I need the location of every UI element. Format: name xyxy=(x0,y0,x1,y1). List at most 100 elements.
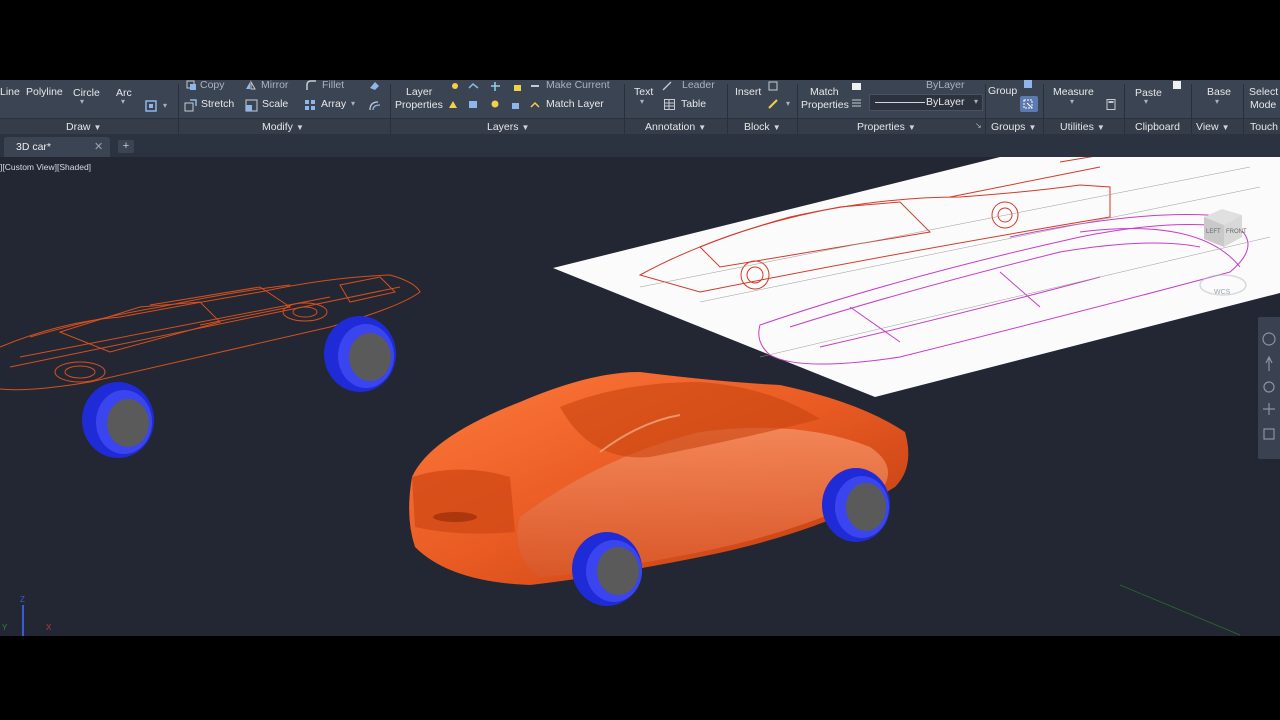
viewcube-front-label[interactable]: FRONT xyxy=(1226,229,1247,235)
ribbon-separator xyxy=(797,84,798,134)
linetype-value: ByLayer xyxy=(926,96,965,108)
blueprint-sheet[interactable] xyxy=(553,157,1280,397)
layer-properties-label-1[interactable]: Layer xyxy=(406,86,432,98)
clipboard-panel-label[interactable]: Clipboard xyxy=(1135,121,1180,133)
table-button[interactable]: Table xyxy=(681,98,706,110)
mirror-button[interactable]: Mirror xyxy=(261,80,288,91)
linetype-dropdown[interactable]: ByLayer ▾ xyxy=(869,94,983,111)
scale-icon[interactable] xyxy=(245,99,258,112)
color-dropdown[interactable]: ByLayer xyxy=(926,80,965,91)
array-dropdown-icon[interactable]: ▾ xyxy=(351,99,355,108)
touch-panel-label[interactable]: Touch xyxy=(1250,121,1278,133)
layer-properties-button[interactable]: Properties xyxy=(395,99,443,111)
fillet-icon[interactable] xyxy=(306,80,317,91)
modify-panel-label[interactable]: Modify ▼ xyxy=(262,121,304,133)
new-tab-button[interactable]: + xyxy=(118,140,134,153)
layer-states-icon[interactable] xyxy=(468,99,479,110)
color-icon[interactable] xyxy=(851,81,862,92)
properties-panel-label[interactable]: Properties ▼ xyxy=(857,121,916,133)
circle-button[interactable]: Circle xyxy=(73,87,100,99)
select-mode-button[interactable]: Mode xyxy=(1250,99,1276,111)
copy-clip-icon[interactable] xyxy=(1172,80,1183,91)
stretch-button[interactable]: Stretch xyxy=(201,98,234,110)
layer-freeze-icon[interactable] xyxy=(490,81,501,92)
table-icon[interactable] xyxy=(664,99,675,110)
linetype-dropdown-icon: ▾ xyxy=(974,97,979,106)
match-layer-button[interactable]: Match Layer xyxy=(546,98,604,110)
arc-dropdown-icon[interactable]: ▾ xyxy=(121,97,125,106)
stretch-icon[interactable] xyxy=(184,99,197,112)
region-dropdown-icon[interactable]: ▾ xyxy=(163,101,167,110)
layer-isolate-icon[interactable] xyxy=(468,81,479,92)
viewcube-left-label[interactable]: LEFT xyxy=(1206,229,1221,235)
paste-dropdown-icon[interactable]: ▾ xyxy=(1144,97,1148,106)
viewcube[interactable]: LEFT FRONT WCS xyxy=(1198,205,1248,305)
insert-button[interactable]: Insert xyxy=(735,86,761,98)
letterbox-top xyxy=(0,0,1280,80)
properties-launcher-icon[interactable]: ↘ xyxy=(975,121,982,130)
group-select-icon xyxy=(1023,99,1033,109)
draw-panel-label[interactable]: Draw ▼ xyxy=(66,121,101,133)
leader-icon[interactable] xyxy=(662,80,673,91)
layer-unlock-icon[interactable] xyxy=(510,99,521,110)
ribbon-panel-bar: Draw ▼ Modify ▼ Layers ▼ Annotation ▼ Block ▼… xyxy=(0,118,1280,134)
ribbon-separator xyxy=(727,84,728,134)
utilities-panel-label[interactable]: Utilities ▼ xyxy=(1060,121,1105,133)
close-icon[interactable]: ✕ xyxy=(94,140,103,153)
file-tab-bar: 3D car* ✕ + xyxy=(0,134,1280,157)
block-panel-label[interactable]: Block ▼ xyxy=(744,121,781,133)
fillet-button[interactable]: Fillet xyxy=(322,80,344,91)
ribbon: Line Polyline Circle Arc ▾ ▾ ▾ Copy Mirr… xyxy=(0,80,1280,135)
polyline-button[interactable]: Polyline xyxy=(26,86,63,98)
layer-thaw-icon[interactable] xyxy=(490,99,501,110)
offset-icon[interactable] xyxy=(368,99,382,112)
circle-dropdown-icon[interactable]: ▾ xyxy=(80,97,84,106)
line-button[interactable]: Line xyxy=(0,86,20,98)
annotation-panel-label[interactable]: Annotation ▼ xyxy=(645,121,706,133)
letterbox-bottom xyxy=(0,636,1280,720)
layer-lock-icon[interactable] xyxy=(512,81,523,92)
match-properties-button[interactable]: Properties xyxy=(801,99,849,111)
mirror-icon[interactable] xyxy=(245,80,256,91)
layer-walk-icon[interactable] xyxy=(448,99,459,110)
ribbon-separator xyxy=(178,84,179,134)
match-layer-icon[interactable] xyxy=(530,99,541,110)
tab-3d-car[interactable]: 3D car* ✕ xyxy=(4,137,110,157)
groups-panel-label[interactable]: Groups ▼ xyxy=(991,121,1036,133)
array-icon[interactable] xyxy=(304,99,317,112)
ribbon-separator xyxy=(390,84,391,134)
region-icon[interactable] xyxy=(144,99,158,113)
ribbon-separator xyxy=(1124,84,1125,134)
make-current-button[interactable]: Make Current xyxy=(546,80,610,91)
make-current-icon[interactable] xyxy=(530,81,541,92)
copy-icon[interactable] xyxy=(186,80,197,91)
array-button[interactable]: Array xyxy=(321,98,346,110)
match-properties-label-1[interactable]: Match xyxy=(810,86,839,98)
base-dropdown-icon[interactable]: ▾ xyxy=(1215,97,1219,106)
measure-dropdown-icon[interactable]: ▾ xyxy=(1070,97,1074,106)
scale-button[interactable]: Scale xyxy=(262,98,288,110)
view-panel-label[interactable]: View ▼ xyxy=(1196,121,1230,133)
linetype-preview xyxy=(875,102,925,103)
paste-button[interactable]: Paste xyxy=(1135,87,1162,99)
copy-button[interactable]: Copy xyxy=(200,80,225,91)
group-select-button[interactable] xyxy=(1020,96,1038,112)
text-dropdown-icon[interactable]: ▾ xyxy=(640,97,644,106)
group-button[interactable]: Group xyxy=(988,85,1017,97)
create-block-icon[interactable] xyxy=(768,81,779,92)
wcs-label[interactable]: WCS xyxy=(1214,289,1230,296)
drawing-viewport[interactable]: ][Custom View][Shaded] ▭▣✕ xyxy=(0,157,1280,636)
edit-block-icon[interactable] xyxy=(768,99,779,110)
ucs-icon: Z Y X xyxy=(0,595,60,636)
lineweight-icon[interactable] xyxy=(851,98,862,109)
select-mode-label-1[interactable]: Select xyxy=(1249,86,1278,98)
layers-panel-label[interactable]: Layers ▼ xyxy=(487,121,529,133)
leader-button[interactable]: Leader xyxy=(682,80,715,91)
navigation-bar[interactable] xyxy=(1258,317,1280,459)
layer-off-icon[interactable] xyxy=(450,81,461,92)
calculator-icon[interactable] xyxy=(1106,99,1117,110)
wireframe-car-wheels[interactable] xyxy=(82,316,396,458)
erase-icon[interactable] xyxy=(369,80,380,91)
edit-block-dropdown-icon[interactable]: ▾ xyxy=(786,99,790,108)
ungroup-icon[interactable] xyxy=(1023,80,1034,90)
